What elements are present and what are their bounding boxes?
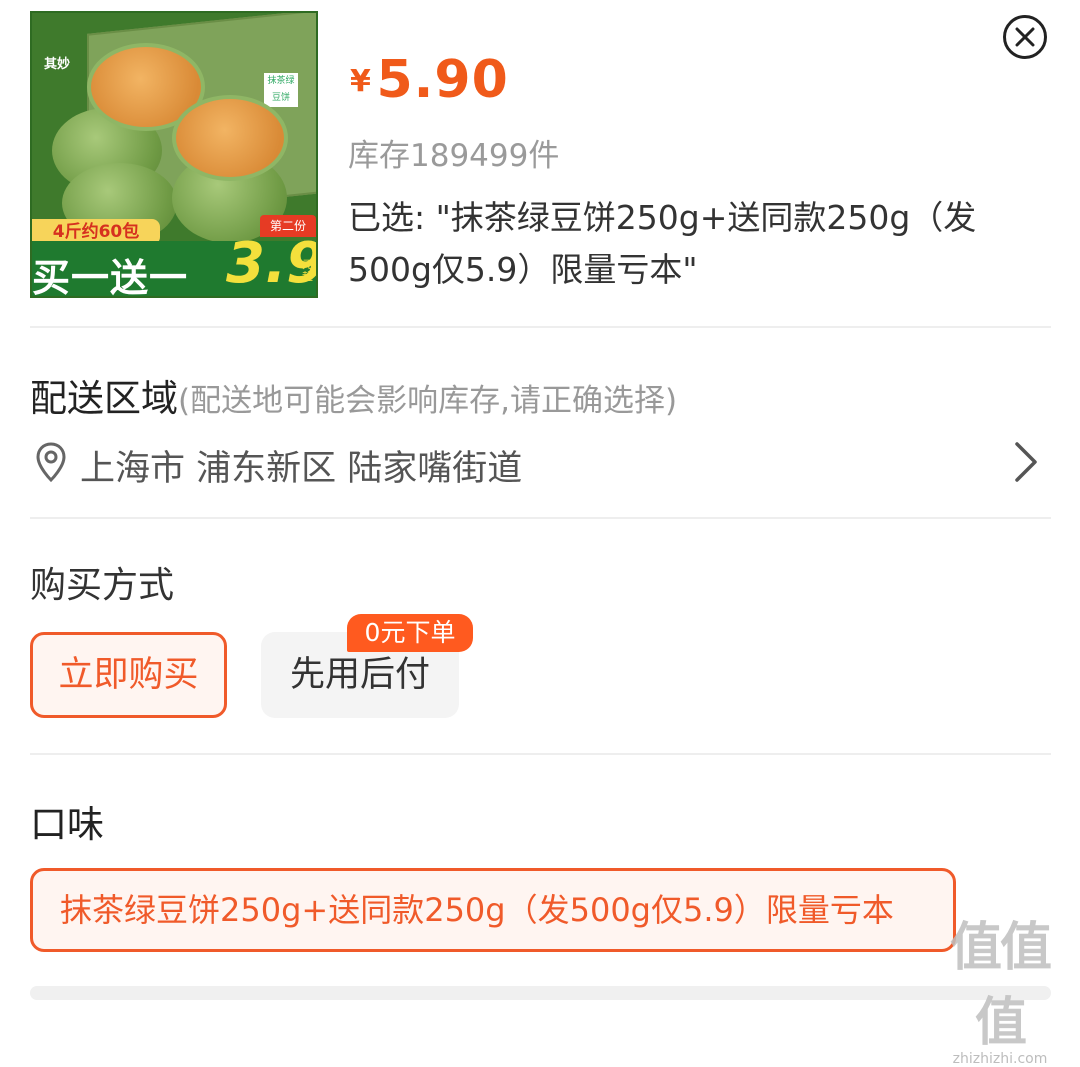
delivery-hint: (配送地可能会影响库存,请正确选择) [178,383,678,419]
promo-unit: 元起 [302,258,313,283]
delivery-title-label: 配送区域 [30,377,178,420]
brand-logo: 其妙 [44,57,71,72]
next-option-strip [30,986,1051,1000]
purchase-method-title: 购买方式 [30,565,175,606]
divider [30,753,1051,755]
promo-text: 买一送一 [32,256,189,298]
stock-count: 库存189499件 [348,138,560,174]
cake-cross-section [172,95,288,181]
watermark: 值值值 zhizhizhi.com [930,905,1070,1067]
buy-now-button[interactable]: 立即购买 [30,632,227,718]
close-icon [1015,27,1035,47]
watermark-url: zhizhizhi.com [952,1051,1048,1067]
close-button[interactable] [1003,15,1047,59]
product-image[interactable]: 其妙 抹茶绿豆饼 4斤约60包 第二份 买一送一 3.9 元起 [30,11,318,298]
price: ¥ 5.90 [350,50,509,110]
divider [30,517,1051,519]
divider [30,326,1051,328]
chevron-right-icon[interactable] [1012,440,1040,488]
zero-down-badge: 0元下单 [347,614,473,652]
location-pin-icon [34,441,68,487]
delivery-section-title: 配送区域(配送地可能会影响库存,请正确选择) [30,368,677,422]
promo-banner: 买一送一 3.9 元起 [32,231,316,298]
delivery-address[interactable]: 上海市 浦东新区 陆家嘴街道 [80,440,522,491]
flavor-section-title: 口味 [30,803,104,846]
flavor-option[interactable]: 抹茶绿豆饼250g+送同款250g（发500g仅5.9）限量亏本 [30,868,956,952]
selected-spec: 已选: "抹茶绿豆饼250g+送同款250g（发500g仅5.9）限量亏本" [348,198,977,289]
watermark-logo: 值值值 [949,918,1052,1053]
currency-symbol: ¥ [350,64,371,99]
package-label: 抹茶绿豆饼 [264,73,298,107]
price-value: 5.90 [376,50,509,110]
